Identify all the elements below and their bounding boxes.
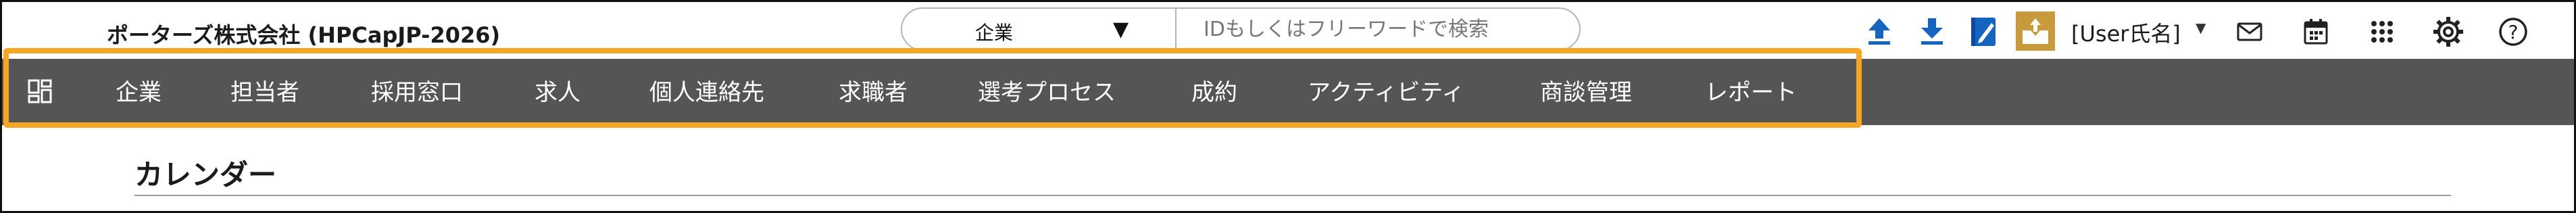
dashboard-icon[interactable] bbox=[28, 79, 52, 106]
nav-item-candidates[interactable]: 求職者 bbox=[839, 74, 908, 107]
user-caret-icon[interactable]: ▼ bbox=[2196, 20, 2206, 36]
user-menu-label[interactable]: [User氏名] bbox=[2071, 17, 2181, 48]
global-search: 企業 ▼ bbox=[901, 7, 1581, 51]
help-icon[interactable]: ? bbox=[2496, 14, 2531, 49]
company-name: ポーターズ株式会社 (HPCapJP-2026) bbox=[107, 22, 501, 48]
nav-item-companies[interactable]: 企業 bbox=[116, 74, 162, 107]
title-divider bbox=[134, 195, 2451, 196]
search-type-value: 企業 bbox=[975, 22, 1014, 44]
download-icon[interactable] bbox=[1914, 14, 1950, 49]
nav-item-selection-process[interactable]: 選考プロセス bbox=[978, 74, 1116, 107]
nav-item-deal-management[interactable]: 商談管理 bbox=[1540, 74, 1632, 107]
mail-icon[interactable] bbox=[2232, 14, 2267, 49]
upload-icon[interactable] bbox=[1862, 14, 1897, 49]
settings-gear-icon[interactable] bbox=[2431, 14, 2466, 49]
nav-item-personal-contacts[interactable]: 個人連絡先 bbox=[649, 74, 764, 107]
calendar-icon[interactable] bbox=[2298, 14, 2333, 49]
caret-down-icon: ▼ bbox=[1113, 18, 1129, 41]
svg-text:?: ? bbox=[2508, 21, 2519, 43]
inbox-icon[interactable] bbox=[2016, 11, 2055, 51]
top-header: ポーターズ株式会社 (HPCapJP-2026) 企業 ▼ IDもしくはフリーワ… bbox=[2, 2, 2574, 59]
nav-item-jobs[interactable]: 求人 bbox=[535, 74, 580, 107]
nav-item-contacts[interactable]: 担当者 bbox=[230, 74, 299, 107]
nav-item-recruit-window[interactable]: 採用窓口 bbox=[371, 74, 463, 107]
nav-item-contracts[interactable]: 成約 bbox=[1191, 74, 1237, 107]
apps-grid-icon[interactable] bbox=[2364, 14, 2400, 49]
search-type-select[interactable]: 企業 ▼ bbox=[902, 9, 1176, 49]
notebook-icon[interactable] bbox=[1966, 14, 2001, 49]
search-input[interactable] bbox=[1176, 9, 1575, 49]
main-nav: 企業 担当者 採用窓口 求人 個人連絡先 求職者 選考プロセス 成約 アクティビ… bbox=[2, 59, 2574, 125]
page-title: カレンダー bbox=[134, 158, 277, 191]
nav-item-reports[interactable]: レポート bbox=[1705, 74, 1797, 107]
app-window: ポーターズ株式会社 (HPCapJP-2026) 企業 ▼ IDもしくはフリーワ… bbox=[0, 0, 2576, 213]
nav-item-activity[interactable]: アクティビティ bbox=[1308, 74, 1464, 107]
